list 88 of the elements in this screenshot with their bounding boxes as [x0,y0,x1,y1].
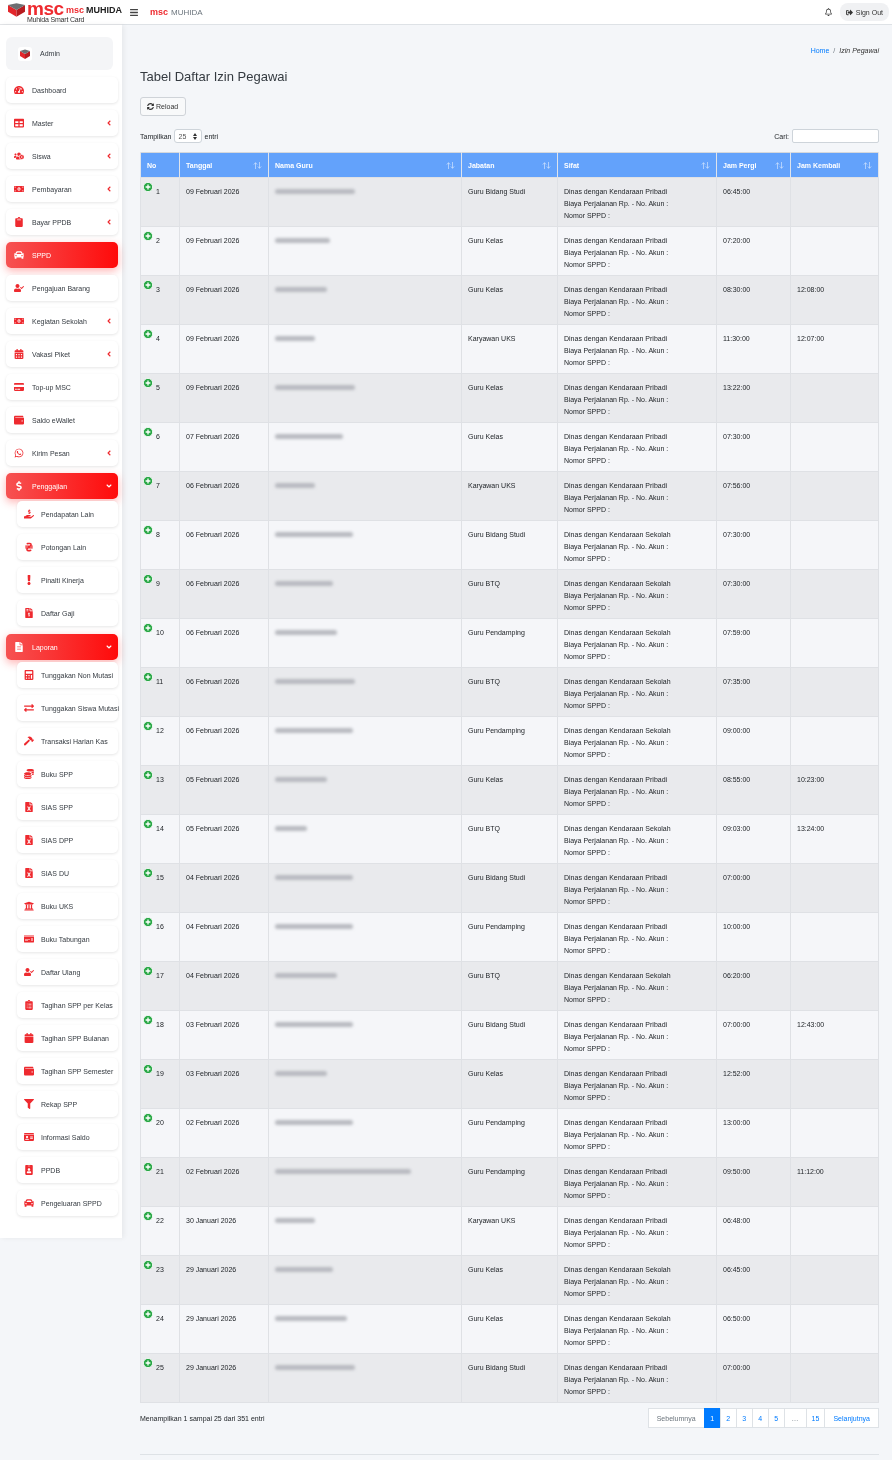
blurred-name [275,1071,327,1076]
wallet-icon [24,1066,34,1076]
coins-icon [24,769,34,779]
blurred-name [275,826,307,831]
car-icon [14,250,24,260]
exclamation-icon [24,575,34,585]
navbar-title: MUHIDA [171,7,203,17]
swap-arrows-icon [24,703,34,713]
banknote-icon [14,184,24,194]
id-card-icon [24,1132,34,1142]
users-gear-icon [14,151,24,161]
blurred-name [275,483,315,488]
blurred-name [275,1316,347,1321]
blurred-name [275,973,337,978]
blurred-name [275,630,337,635]
filter-icon [24,1099,34,1109]
logout-icon [845,8,853,16]
spreadsheet-file-icon [24,835,34,845]
blurred-name [275,287,327,292]
hand-coin-icon [24,509,34,519]
plus-circle-icon[interactable] [143,1162,153,1172]
clipboard-icon [14,217,24,227]
blurred-name [275,434,343,439]
badge-icon [24,1165,34,1175]
plus-circle-icon[interactable] [143,525,153,535]
table-icon [14,118,24,128]
plus-circle-icon[interactable] [143,1211,153,1221]
hammer-icon [24,736,34,746]
avatar-logo-icon [18,46,32,61]
plus-circle-icon[interactable] [143,231,153,241]
plus-circle-icon[interactable] [143,378,153,388]
plus-circle-icon[interactable] [143,721,153,731]
brand-prefix: msc [66,5,84,15]
user-check-icon [24,967,34,977]
blurred-name [275,1267,333,1272]
calendar-icon [24,1033,34,1043]
plus-circle-icon[interactable] [143,868,153,878]
dollar-icon [14,481,24,491]
plus-circle-icon[interactable] [143,182,153,192]
menu-icon[interactable] [129,7,139,17]
blurred-name [275,581,333,586]
plus-circle-icon[interactable] [143,574,153,584]
plus-circle-icon[interactable] [143,819,153,829]
refresh-icon [147,103,154,110]
plus-circle-icon[interactable] [143,476,153,486]
navbar-title-prefix: msc [150,7,168,17]
plus-circle-icon[interactable] [143,1015,153,1025]
plus-circle-icon[interactable] [143,1358,153,1368]
plus-circle-icon[interactable] [143,427,153,437]
plus-circle-icon[interactable] [143,623,153,633]
plus-circle-icon[interactable] [143,329,153,339]
logo-wordmark: msc [27,1,63,16]
spreadsheet-file-icon [24,802,34,812]
page-title: Tabel Daftar Izin Pegawai [140,69,289,85]
document-icon [14,642,24,652]
card-icon [14,382,24,392]
list-clipboard-icon [24,1000,34,1010]
bell-icon[interactable] [824,8,832,16]
calendar-icon [14,349,24,359]
calculator-icon [24,670,34,680]
plus-circle-icon[interactable] [143,1113,153,1123]
chat-phone-icon [14,448,24,458]
blurred-name [275,336,315,341]
car-icon [24,1198,34,1208]
user-check-icon [14,283,24,293]
plus-circle-icon[interactable] [143,966,153,976]
spreadsheet-file-icon [24,868,34,878]
brand-name: MUHIDA [86,5,122,15]
plus-circle-icon[interactable] [143,1260,153,1270]
invoice-icon [24,608,34,618]
card-icon [24,934,34,944]
currency-sign-icon [24,542,34,552]
blurred-name [275,1218,315,1223]
plus-circle-icon[interactable] [143,672,153,682]
search-field[interactable] [792,129,879,143]
gauge-icon [14,85,24,95]
wallet-icon [14,415,24,425]
plus-circle-icon[interactable] [143,917,153,927]
plus-circle-icon[interactable] [143,770,153,780]
plus-circle-icon[interactable] [143,1064,153,1074]
banknote-icon [14,316,24,326]
logo-icon [8,2,25,18]
blurred-name [275,238,330,243]
blurred-name [275,777,327,782]
plus-circle-icon[interactable] [143,280,153,290]
up-down-caret-icon [192,132,197,140]
plus-circle-icon[interactable] [143,1309,153,1319]
bank-building-icon [24,901,34,911]
